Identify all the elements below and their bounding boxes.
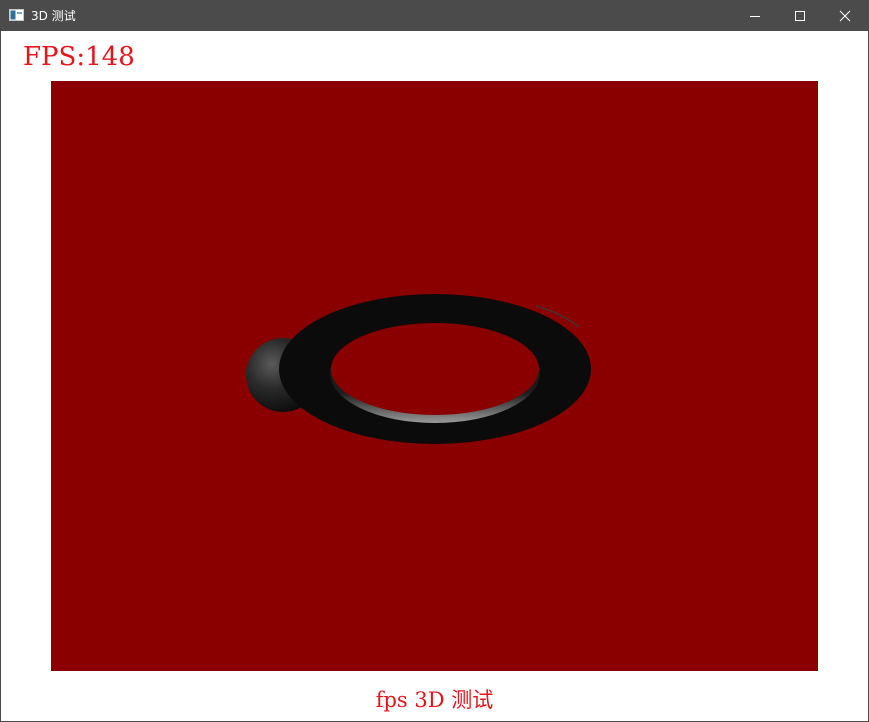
maximize-button[interactable] — [777, 1, 822, 31]
3d-scene — [246, 294, 591, 444]
torus-object — [279, 294, 591, 444]
close-icon — [839, 10, 850, 22]
minimize-button[interactable] — [732, 1, 777, 31]
footer-caption: fps 3D 测试 — [375, 688, 494, 712]
close-button[interactable] — [822, 1, 867, 31]
maximize-icon — [794, 11, 805, 21]
3d-viewport[interactable] — [51, 81, 818, 671]
app-window: 3D 测试 FPS:148 fps 3D 测试 — [0, 0, 869, 722]
app-window-icon — [9, 9, 24, 21]
title-bar[interactable]: 3D 测试 — [1, 1, 868, 31]
window-title: 3D 测试 — [31, 9, 76, 23]
minimize-icon — [749, 16, 760, 17]
fps-counter: FPS:148 — [23, 42, 135, 72]
